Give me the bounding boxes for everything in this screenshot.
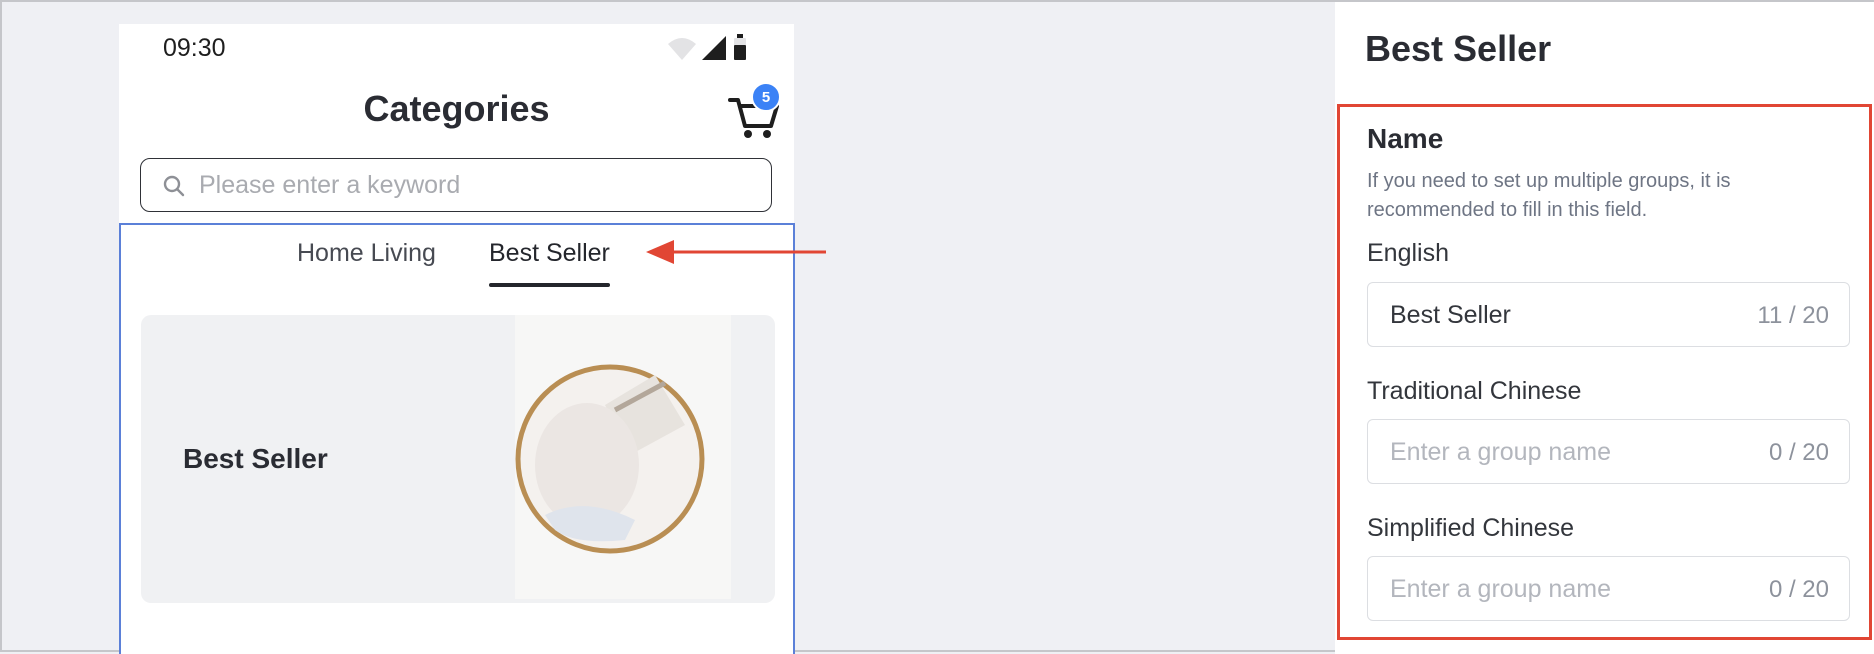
search-bar[interactable] (140, 158, 772, 212)
simplified-chinese-name-input[interactable] (1388, 571, 1728, 607)
panel-title: Best Seller (1365, 28, 1552, 69)
mirror-image (515, 364, 705, 554)
char-counter: 0 / 20 (1768, 439, 1829, 466)
field-label-english: English (1367, 239, 1449, 267)
search-input[interactable] (197, 167, 757, 203)
tab-label: Home Living (297, 239, 436, 267)
app-title: Categories (363, 88, 550, 129)
simplified-chinese-name-field[interactable]: 0 / 20 (1367, 556, 1850, 621)
tab-home-living[interactable]: Home Living (297, 239, 436, 268)
status-icons (668, 34, 746, 60)
status-time: 09:30 (163, 34, 226, 62)
name-section-highlight: Name If you need to set up multiple grou… (1337, 104, 1872, 640)
char-counter: 11 / 20 (1757, 302, 1829, 329)
annotation-arrow (646, 240, 826, 264)
english-name-input[interactable] (1388, 297, 1728, 333)
category-preview-frame: Home Living Best Seller Best Seller (119, 223, 795, 654)
wifi-icon (668, 38, 696, 60)
tab-best-seller[interactable]: Best Seller (489, 239, 610, 287)
card-title: Best Seller (183, 443, 328, 474)
card-image (515, 315, 731, 599)
traditional-chinese-name-field[interactable]: 0 / 20 (1367, 419, 1850, 484)
cart-badge: 5 (751, 82, 781, 112)
active-tab-indicator (489, 283, 610, 287)
traditional-chinese-name-input[interactable] (1388, 434, 1728, 470)
search-icon (163, 175, 185, 197)
category-card[interactable]: Best Seller (141, 315, 775, 603)
section-title: Name (1367, 123, 1444, 154)
settings-panel: Best Seller Name If you need to set up m… (1335, 2, 1874, 654)
field-label-simplified-chinese: Simplified Chinese (1367, 514, 1575, 542)
signal-icon (702, 36, 726, 60)
tab-label: Best Seller (489, 239, 610, 267)
char-counter: 0 / 20 (1768, 576, 1829, 603)
english-name-field[interactable]: 11 / 20 (1367, 282, 1850, 347)
field-label-traditional-chinese: Traditional Chinese (1367, 377, 1582, 405)
battery-icon (734, 34, 746, 60)
section-description: If you need to set up multiple groups, i… (1367, 170, 1731, 221)
